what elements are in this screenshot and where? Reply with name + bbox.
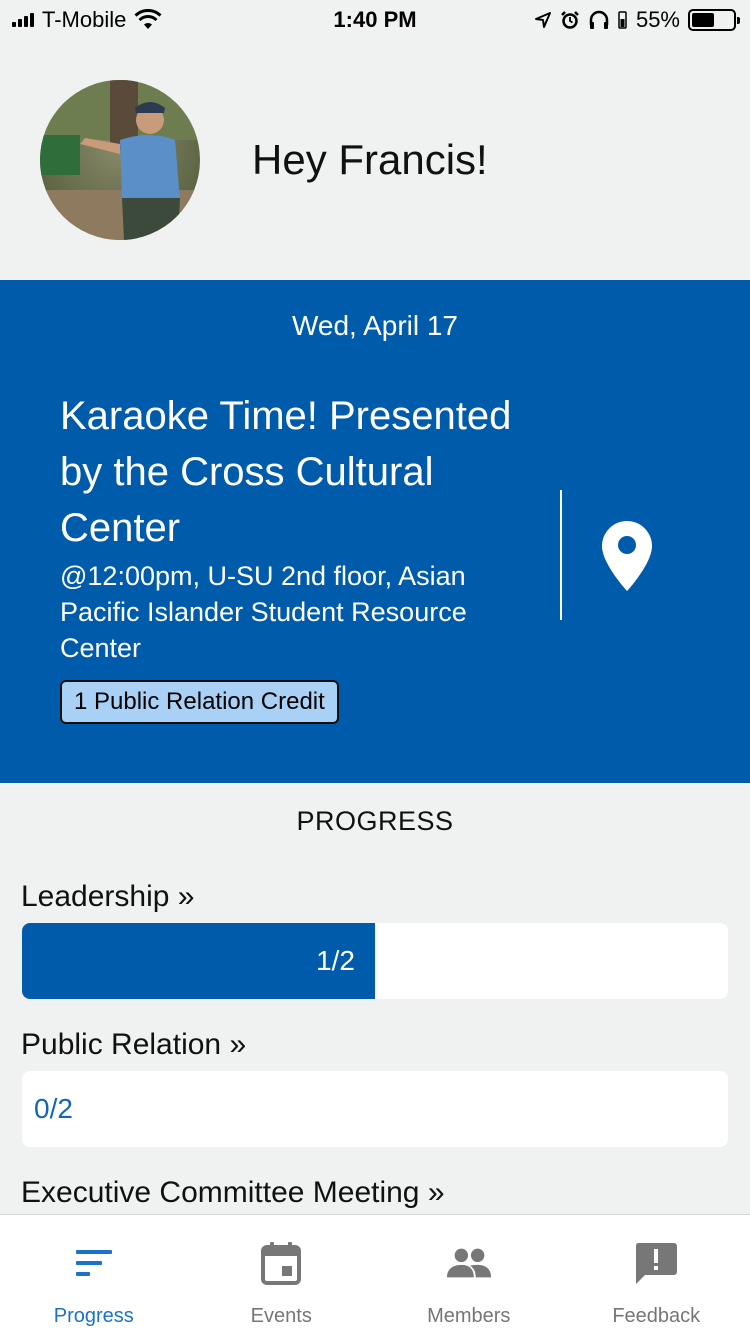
category-leadership-link[interactable]: Leadership »: [21, 880, 194, 914]
status-bar: T-Mobile 1:40 PM 55%: [0, 0, 750, 40]
public-relation-progress-bar: 0/2: [22, 1071, 728, 1147]
leadership-progress-text: 1/2: [316, 945, 355, 976]
members-icon: [445, 1239, 493, 1287]
leadership-progress-bar: 1/2: [22, 923, 728, 999]
category-public-relation-link[interactable]: Public Relation »: [21, 1028, 246, 1062]
avatar[interactable]: [40, 80, 200, 240]
feedback-icon: [632, 1239, 680, 1287]
headphones-icon: [589, 10, 609, 29]
event-details: @12:00pm, U-SU 2nd floor, Asian Pacific …: [60, 561, 467, 663]
greeting-header: Hey Francis!: [0, 40, 750, 280]
tab-members[interactable]: Members: [375, 1215, 563, 1334]
alarm-icon: [561, 11, 579, 29]
tab-progress[interactable]: Progress: [0, 1215, 188, 1334]
status-left: T-Mobile: [12, 7, 162, 33]
battery-icon: [688, 9, 740, 31]
battery-percent: 55%: [635, 7, 680, 32]
carrier-label: T-Mobile: [42, 7, 127, 32]
greeting-text: Hey Francis!: [252, 136, 488, 183]
tab-feedback-label: Feedback: [612, 1305, 701, 1327]
category-executive-committee-link[interactable]: Executive Committee Meeting »: [21, 1176, 445, 1210]
divider: [560, 490, 562, 620]
avatar-photo: [40, 80, 200, 240]
public-relation-progress-text: 0/2: [34, 1093, 73, 1124]
battery-fill: [692, 13, 714, 27]
location-button[interactable]: [597, 516, 657, 596]
tab-members-label: Members: [427, 1305, 511, 1327]
map-pin-icon: [602, 521, 652, 591]
wifi-icon: [134, 9, 162, 29]
credit-badge: 1 Public Relation Credit: [60, 680, 339, 724]
calendar-icon: [257, 1239, 305, 1287]
progress-icon: [70, 1239, 118, 1287]
tab-progress-label: Progress: [53, 1305, 134, 1327]
tab-bar: Progress Events Members Feedback: [0, 1214, 750, 1334]
event-title: Karaoke Time! Presented by the Cross Cul…: [60, 394, 512, 550]
progress-heading: PROGRESS: [296, 806, 454, 836]
signal-icon: [12, 13, 34, 27]
event-card[interactable]: Wed, April 17 Karaoke Time! Presented by…: [0, 280, 750, 783]
tab-events-label: Events: [250, 1305, 312, 1327]
leadership-progress-fill: 1/2: [22, 923, 375, 999]
event-info: Karaoke Time! Presented by the Cross Cul…: [60, 388, 540, 724]
status-right: 55%: [534, 7, 740, 33]
location-arrow-icon: [534, 12, 551, 28]
tab-events[interactable]: Events: [188, 1215, 376, 1334]
event-date: Wed, April 17: [291, 310, 459, 341]
tab-feedback[interactable]: Feedback: [563, 1215, 750, 1334]
battery-bars-icon: [618, 11, 627, 29]
